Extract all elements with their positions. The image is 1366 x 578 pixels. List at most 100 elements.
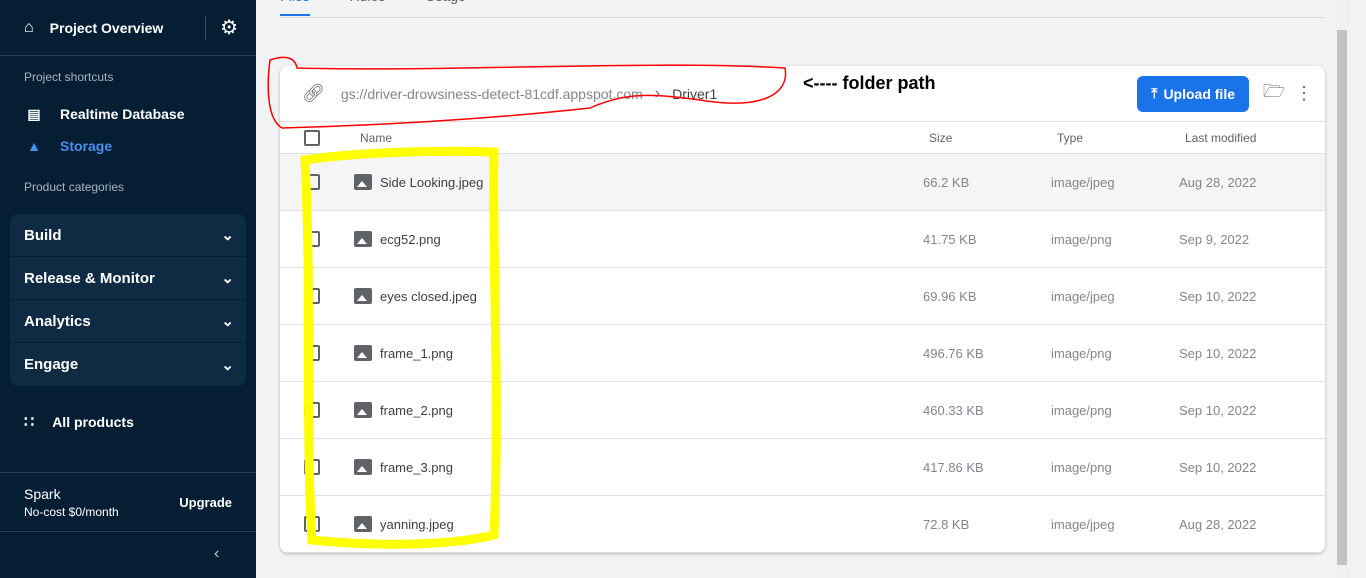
table-row[interactable]: Side Looking.jpeg 66.2 KB image/jpeg Aug… — [280, 154, 1325, 211]
row-checkbox[interactable] — [304, 345, 320, 361]
all-products-link[interactable]: ∷ All products — [0, 402, 256, 442]
image-file-icon — [354, 288, 372, 304]
tab-usage[interactable]: Usage — [425, 0, 465, 14]
file-name: frame_1.png — [380, 345, 453, 361]
image-file-icon — [354, 345, 372, 361]
row-checkbox[interactable] — [304, 231, 320, 247]
file-size: 496.76 KB — [923, 345, 984, 361]
file-size: 66.2 KB — [923, 174, 970, 190]
scrollbar[interactable] — [1334, 0, 1350, 578]
upgrade-button[interactable]: Upgrade — [179, 495, 232, 510]
file-type: image/jpeg — [1051, 288, 1115, 304]
row-checkbox[interactable] — [304, 288, 320, 304]
link-icon[interactable]: 🔗︎ — [302, 83, 325, 104]
tab-files[interactable]: Files — [280, 0, 310, 16]
tab-rules[interactable]: Rules — [350, 0, 386, 14]
gear-icon[interactable]: ⚙ — [220, 15, 238, 40]
chevron-down-icon: ⌄ — [221, 313, 234, 330]
file-name-cell[interactable]: frame_3.png — [354, 459, 923, 475]
home-icon[interactable]: ⌂ — [24, 19, 34, 37]
file-size: 69.96 KB — [923, 288, 977, 304]
row-checkbox[interactable] — [304, 174, 320, 190]
scrollbar-thumb[interactable] — [1337, 30, 1347, 565]
column-type[interactable]: Type — [1057, 131, 1185, 145]
file-name-cell[interactable]: frame_1.png — [354, 345, 923, 361]
category-label: Release & Monitor — [24, 269, 155, 287]
image-file-icon — [354, 516, 372, 532]
file-modified: Sep 10, 2022 — [1179, 402, 1257, 418]
file-browser: 🔗︎ gs://driver-drowsiness-detect-81cdf.a… — [280, 66, 1325, 553]
new-folder-icon[interactable]: 🗁︎ — [1259, 79, 1289, 109]
storage-folder-icon: ▲ — [27, 138, 41, 154]
file-name-cell[interactable]: Side Looking.jpeg — [354, 174, 923, 190]
file-name-cell[interactable]: frame_2.png — [354, 402, 923, 418]
shortcuts-label: Project shortcuts — [24, 70, 114, 84]
image-file-icon — [354, 174, 372, 190]
file-modified: Sep 10, 2022 — [1179, 345, 1257, 361]
file-name-cell[interactable]: yanning.jpeg — [354, 516, 923, 532]
file-name: frame_3.png — [380, 459, 453, 475]
category-analytics[interactable]: Analytics ⌄ — [10, 300, 246, 343]
file-modified: Aug 28, 2022 — [1179, 516, 1257, 532]
database-icon: ▤ — [27, 105, 41, 122]
file-modified: Aug 28, 2022 — [1179, 174, 1257, 190]
column-size[interactable]: Size — [929, 131, 1057, 145]
category-label: Build — [24, 226, 62, 244]
image-file-icon — [354, 231, 372, 247]
sidebar-item-storage[interactable]: ▲ Storage — [0, 130, 256, 162]
file-name: Side Looking.jpeg — [380, 174, 484, 190]
chevron-down-icon: ⌄ — [221, 356, 234, 374]
table-row[interactable]: yanning.jpeg 72.8 KB image/jpeg Aug 28, … — [280, 496, 1325, 553]
category-label: Engage — [24, 356, 79, 373]
file-type: image/png — [1051, 459, 1112, 475]
upload-file-button[interactable]: ⤒ Upload file — [1137, 75, 1249, 112]
table-row[interactable]: eyes closed.jpeg 69.96 KB image/jpeg Sep… — [280, 268, 1325, 325]
file-modified: Sep 9, 2022 — [1179, 231, 1250, 247]
table-header: Name Size Type Last modified — [280, 122, 1325, 154]
annotation-note: <---- folder path — [803, 73, 936, 93]
select-all-checkbox[interactable] — [304, 129, 320, 146]
file-name: yanning.jpeg — [380, 516, 454, 532]
table-row[interactable]: ecg52.png 41.75 KB image/png Sep 9, 2022 — [280, 211, 1325, 268]
plan-name: Spark — [24, 485, 61, 502]
file-modified: Sep 10, 2022 — [1179, 288, 1257, 304]
collapse-sidebar-icon[interactable]: ‹ — [214, 545, 219, 563]
image-file-icon — [354, 402, 372, 418]
bucket-path[interactable]: gs://driver-drowsiness-detect-81cdf.apps… — [341, 86, 643, 102]
plan-desc: No-cost $0/month — [24, 504, 119, 519]
category-build[interactable]: Build ⌄ — [10, 214, 246, 257]
column-modified[interactable]: Last modified — [1185, 131, 1256, 145]
file-name: ecg52.png — [380, 231, 441, 247]
file-size: 41.75 KB — [923, 231, 977, 247]
project-overview-link[interactable]: Project Overview — [50, 20, 205, 36]
category-groups: Build ⌄ Release & Monitor ⌄ Analytics ⌄ Eng… — [10, 214, 246, 386]
sidebar: ⌂ Project Overview ⚙ Project shortcuts ▤… — [0, 0, 256, 578]
divider — [205, 15, 207, 40]
file-size: 72.8 KB — [923, 516, 970, 532]
file-type: image/png — [1051, 345, 1112, 361]
chevron-right-icon: › — [654, 84, 661, 102]
table-row[interactable]: frame_1.png 496.76 KB image/png Sep 10, … — [280, 325, 1325, 382]
file-size: 417.86 KB — [923, 459, 984, 475]
file-name: frame_2.png — [380, 402, 453, 418]
file-name: eyes closed.jpeg — [380, 288, 477, 304]
table-row[interactable]: frame_2.png 460.33 KB image/png Sep 10, … — [280, 382, 1325, 439]
file-name-cell[interactable]: eyes closed.jpeg — [354, 288, 923, 304]
file-modified: Sep 10, 2022 — [1179, 459, 1257, 475]
grid-icon: ∷ — [24, 414, 35, 431]
row-checkbox[interactable] — [304, 459, 320, 475]
sidebar-item-label: Realtime Database — [60, 106, 185, 122]
chevron-down-icon: ⌄ — [221, 270, 234, 287]
more-vert-icon[interactable]: ⋮ — [1289, 83, 1319, 104]
category-release-monitor[interactable]: Release & Monitor ⌄ — [10, 257, 246, 300]
file-name-cell[interactable]: ecg52.png — [354, 231, 923, 247]
project-overview-bar: ⌂ Project Overview ⚙ — [0, 0, 256, 56]
category-engage[interactable]: Engage ⌄ — [10, 343, 246, 386]
row-checkbox[interactable] — [304, 402, 320, 418]
column-name[interactable]: Name — [360, 131, 929, 145]
upload-icon: ⤒ — [1151, 85, 1158, 101]
chevron-down-icon: ⌄ — [221, 227, 234, 244]
table-row[interactable]: frame_3.png 417.86 KB image/png Sep 10, … — [280, 439, 1325, 496]
sidebar-item-realtime-database[interactable]: ▤ Realtime Database — [0, 98, 256, 130]
row-checkbox[interactable] — [304, 516, 320, 532]
